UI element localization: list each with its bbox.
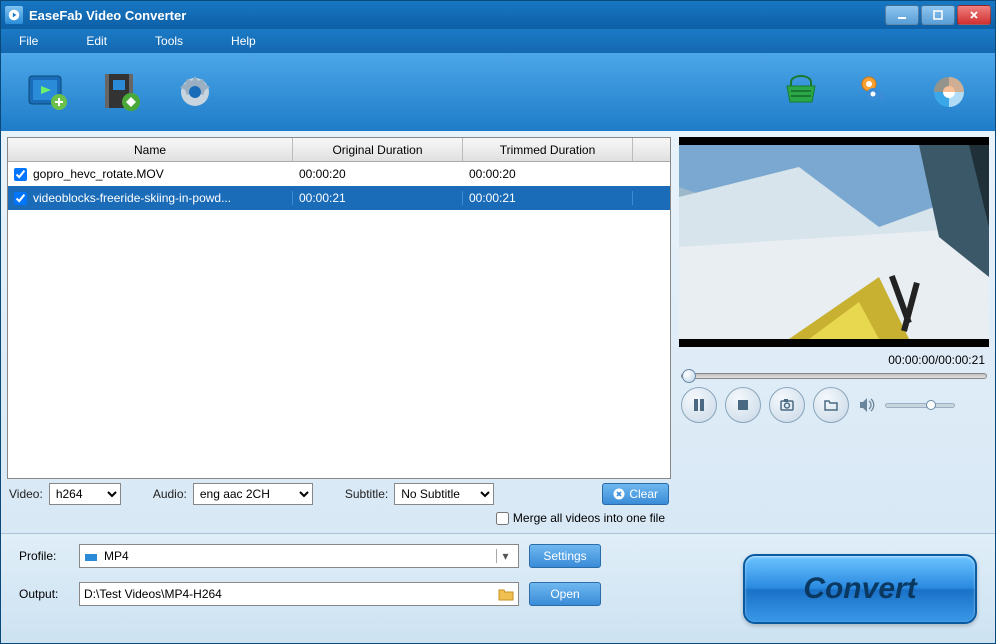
clear-button[interactable]: Clear [602, 483, 669, 505]
col-trimmed-duration[interactable]: Trimmed Duration [463, 138, 633, 161]
seek-slider[interactable] [681, 373, 987, 379]
open-button[interactable]: Open [529, 582, 601, 606]
settings-small-button[interactable]: Settings [529, 544, 601, 568]
profile-select[interactable]: MP4 ▾ [79, 544, 519, 568]
titlebar: EaseFab Video Converter [1, 1, 995, 29]
row-name: videoblocks-freeride-skiing-in-powd... [33, 191, 231, 205]
volume-slider[interactable] [885, 403, 955, 408]
video-select[interactable]: h264 [49, 483, 121, 505]
row-name: gopro_hevc_rotate.MOV [33, 167, 164, 181]
merge-label: Merge all videos into one file [513, 511, 665, 525]
file-table: Name Original Duration Trimmed Duration … [7, 137, 671, 479]
volume-icon [857, 395, 877, 415]
register-button[interactable] [851, 68, 899, 116]
video-label: Video: [9, 487, 43, 501]
toolbar [1, 53, 995, 131]
audio-select[interactable]: eng aac 2CH [193, 483, 313, 505]
menu-help[interactable]: Help [231, 34, 256, 48]
profile-label: Profile: [19, 549, 69, 563]
buy-button[interactable] [777, 68, 825, 116]
col-original-duration[interactable]: Original Duration [293, 138, 463, 161]
subtitle-label: Subtitle: [345, 487, 388, 501]
maximize-button[interactable] [921, 5, 955, 25]
row-orig: 00:00:21 [293, 191, 463, 205]
pause-button[interactable] [681, 387, 717, 423]
row-trim: 00:00:20 [463, 167, 633, 181]
edit-video-button[interactable] [97, 68, 145, 116]
preview-pane [679, 137, 989, 347]
folder-icon[interactable] [498, 587, 514, 601]
close-button[interactable] [957, 5, 991, 25]
profile-icon [84, 549, 100, 563]
col-name[interactable]: Name [8, 138, 293, 161]
audio-label: Audio: [153, 487, 187, 501]
chevron-down-icon[interactable]: ▾ [496, 549, 514, 563]
output-label: Output: [19, 587, 69, 601]
row-orig: 00:00:20 [293, 167, 463, 181]
help-button[interactable] [925, 68, 973, 116]
volume-thumb[interactable] [926, 400, 936, 410]
row-checkbox[interactable] [14, 168, 27, 181]
table-row[interactable]: gopro_hevc_rotate.MOV 00:00:2000:00:20 [8, 162, 670, 186]
menu-edit[interactable]: Edit [86, 34, 107, 48]
minimize-button[interactable] [885, 5, 919, 25]
time-display: 00:00:00/00:00:21 [679, 351, 989, 369]
output-path-input[interactable]: D:\Test Videos\MP4-H264 [79, 582, 519, 606]
row-trim: 00:00:21 [463, 191, 633, 205]
clear-icon [613, 488, 625, 500]
table-row[interactable]: videoblocks-freeride-skiing-in-powd... 00… [8, 186, 670, 210]
row-checkbox[interactable] [14, 192, 27, 205]
add-video-button[interactable] [23, 68, 71, 116]
seek-thumb[interactable] [682, 369, 696, 383]
open-folder-button[interactable] [813, 387, 849, 423]
window-title: EaseFab Video Converter [29, 8, 186, 23]
snapshot-button[interactable] [769, 387, 805, 423]
menubar: File Edit Tools Help [1, 29, 995, 53]
menu-file[interactable]: File [19, 34, 38, 48]
convert-button[interactable]: Convert [743, 554, 977, 624]
stop-button[interactable] [725, 387, 761, 423]
app-icon [5, 6, 23, 24]
subtitle-select[interactable]: No Subtitle [394, 483, 494, 505]
menu-tools[interactable]: Tools [155, 34, 183, 48]
merge-checkbox[interactable] [496, 512, 509, 525]
settings-button[interactable] [171, 68, 219, 116]
